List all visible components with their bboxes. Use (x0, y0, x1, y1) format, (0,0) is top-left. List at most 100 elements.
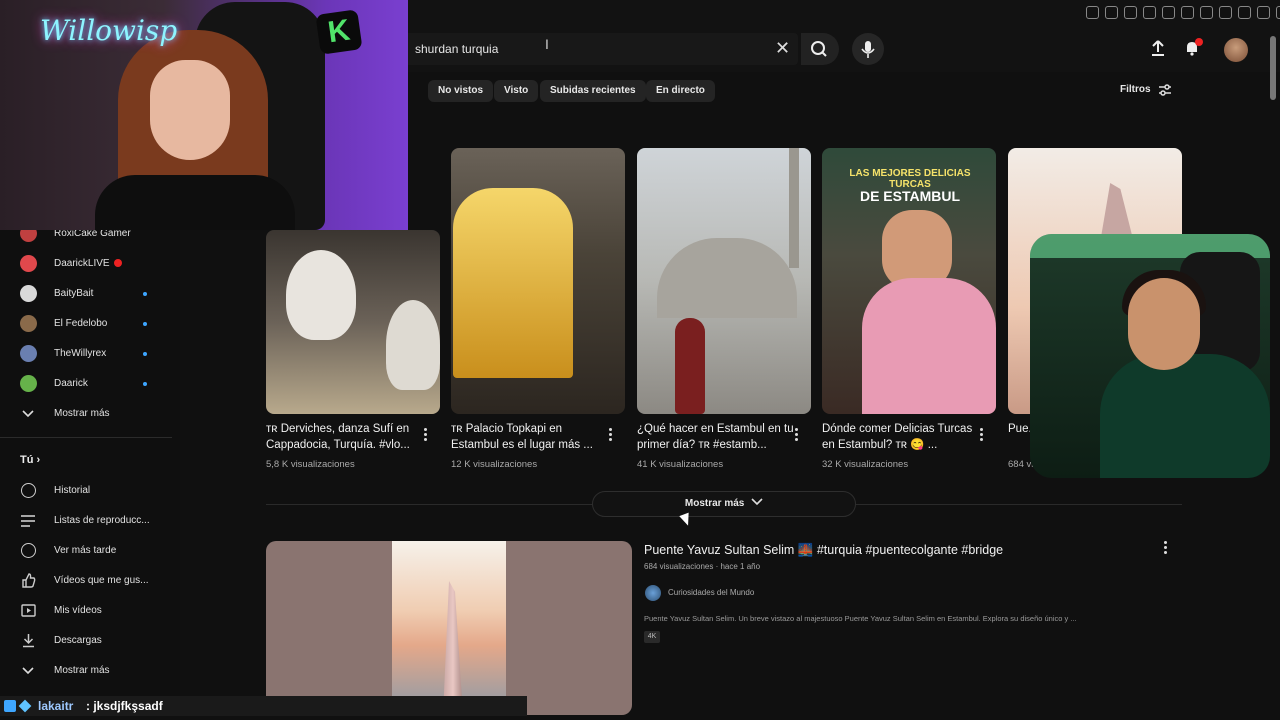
extension-icon[interactable] (1276, 6, 1280, 19)
video-description: Puente Yavuz Sultan Selim. Un breve vist… (644, 614, 1077, 623)
extension-icon[interactable] (1124, 6, 1137, 19)
extension-icon[interactable] (1181, 6, 1194, 19)
browser-extension-icons (1086, 6, 1280, 22)
search-query[interactable]: shurdan turquia (415, 42, 498, 56)
download-icon (23, 634, 34, 648)
channel-avatar (20, 315, 37, 332)
guest-face (1128, 278, 1200, 370)
streamer-webcam: Willowisp K (0, 0, 408, 230)
sidebar-item-downloads[interactable]: Descargas (0, 629, 180, 653)
streamer-shirt (95, 175, 295, 230)
search-icon (811, 41, 827, 57)
channel-avatar (20, 375, 37, 392)
more-options-icon[interactable] (424, 428, 428, 442)
notification-badge (1195, 38, 1203, 46)
chip-en-directo[interactable]: En directo (646, 80, 715, 102)
sidebar-item-liked-videos[interactable]: Vídeos que me gus... (0, 569, 180, 593)
scrollbar[interactable] (1270, 36, 1276, 100)
extension-icon[interactable] (1086, 6, 1099, 19)
sidebar-item-label: BaityBait (54, 288, 94, 299)
extension-icon[interactable] (1162, 6, 1175, 19)
extension-icon[interactable] (1200, 6, 1213, 19)
sidebar-item-label: Mis vídeos (54, 605, 102, 616)
dancer-figure (386, 300, 440, 390)
extension-icon[interactable] (1219, 6, 1232, 19)
overlay-text: DE ESTAMBUL (859, 188, 961, 204)
video-title[interactable]: Puente Yavuz Sultan Selim 🌉 #turquia #pu… (644, 543, 1003, 558)
extension-icon[interactable] (1238, 6, 1251, 19)
sidebar-item-daaricklive[interactable]: DaarickLIVE (0, 252, 180, 276)
microphone-icon (861, 41, 875, 58)
sidebar-divider (0, 437, 172, 438)
thumbs-up-icon (22, 573, 36, 588)
sidebar-item-label: Ver más tarde (54, 545, 117, 556)
quality-badge: 4K (644, 631, 660, 643)
sidebar-item-daarick[interactable]: Daarick (0, 372, 180, 396)
short-thumbnail-topkapi[interactable] (451, 148, 625, 414)
sidebar-item-watch-later[interactable]: Ver más tarde (0, 539, 180, 563)
chevron-down-icon (751, 498, 763, 506)
history-icon (21, 483, 36, 498)
chevron-right-icon: › (36, 454, 41, 466)
sidebar-item-label: El Fedelobo (54, 318, 108, 329)
chat-overlay (0, 696, 527, 716)
sidebar-item-label: Historial (54, 485, 91, 496)
short-title[interactable]: ᴛʀ Derviches, danza Sufí en Cappadocia, … (266, 421, 426, 453)
screen: shurdan turquia I ✕ No vistos Visto Subi… (0, 0, 1280, 720)
channel-avatar (20, 255, 37, 272)
more-options-icon[interactable] (795, 428, 799, 442)
short-thumbnail-turkish-delights[interactable]: LAS MEJORES DELICIAS TURCAS DE ESTAMBUL (822, 148, 996, 414)
upload-icon[interactable] (1150, 39, 1166, 57)
show-more-button[interactable]: Mostrar más (592, 491, 856, 517)
sidebar-show-more-subscriptions[interactable]: Mostrar más (0, 402, 180, 426)
sidebar-item-historial[interactable]: Historial (0, 479, 180, 503)
channel-avatar (20, 285, 37, 302)
sidebar-item-playlists[interactable]: Listas de reproducc... (0, 509, 180, 533)
sidebar-item-thewillyrex[interactable]: TheWillyrex (0, 342, 180, 366)
more-options-icon[interactable] (980, 428, 984, 442)
chip-subidas-recientes[interactable]: Subidas recientes (540, 80, 646, 102)
sidebar-you-label: Tú (20, 454, 34, 466)
short-thumbnail-dervishes[interactable] (266, 230, 440, 414)
new-content-dot (143, 322, 147, 326)
short-title[interactable]: ¿Qué hacer en Estambul en tu primer día?… (637, 421, 797, 453)
account-avatar[interactable] (1224, 38, 1248, 62)
extension-icon[interactable] (1257, 6, 1270, 19)
search-button[interactable] (801, 33, 839, 65)
short-title[interactable]: ᴛʀ Palacio Topkapi en Estambul es el lug… (451, 421, 611, 453)
short-title[interactable]: Dónde comer Delicias Turcas en Estambul?… (822, 421, 982, 453)
live-indicator (114, 259, 122, 267)
filters-icon[interactable] (1158, 83, 1172, 97)
more-options-icon[interactable] (1164, 541, 1168, 555)
video-meta: 684 visualizaciones · hace 1 año (644, 562, 761, 571)
clear-search-icon[interactable]: ✕ (775, 38, 790, 59)
moderator-badge-icon (4, 700, 16, 712)
extension-icon[interactable] (1105, 6, 1118, 19)
short-thumbnail-istanbul-first-day[interactable] (637, 148, 811, 414)
person-red-coat (675, 318, 705, 414)
voice-search-button[interactable] (852, 33, 884, 65)
more-options-icon[interactable] (609, 428, 613, 442)
sidebar-show-more-you[interactable]: Mostrar más (0, 659, 180, 683)
channel-avatar (20, 345, 37, 362)
chevron-down-icon (22, 667, 34, 675)
sidebar-item-baitybait[interactable]: BaityBait (0, 282, 180, 306)
video-thumbnail[interactable] (266, 541, 632, 715)
sidebar-item-label: TheWillyrex (54, 348, 107, 359)
short-views: 12 K visualizaciones (451, 459, 538, 470)
chip-no-vistos[interactable]: No vistos (428, 80, 494, 102)
sidebar-item-label: Mostrar más (54, 408, 110, 419)
chip-visto[interactable]: Visto (494, 80, 539, 102)
filters-button[interactable]: Filtros (1120, 84, 1151, 95)
extension-icon[interactable] (1143, 6, 1156, 19)
channel-avatar[interactable] (645, 585, 661, 601)
neon-sign: Willowisp (40, 14, 178, 47)
my-videos-icon (21, 604, 36, 617)
channel-name[interactable]: Curiosidades del Mundo (668, 588, 754, 597)
sidebar-item-my-videos[interactable]: Mis vídeos (0, 599, 180, 623)
sidebar-item-label: Daarick (54, 378, 88, 389)
short-views: 41 K visualizaciones (637, 459, 724, 470)
sidebar-item-el-fedelobo[interactable]: El Fedelobo (0, 312, 180, 336)
sidebar-you-header[interactable]: Tú › (20, 454, 40, 466)
streamer-face (150, 60, 230, 160)
